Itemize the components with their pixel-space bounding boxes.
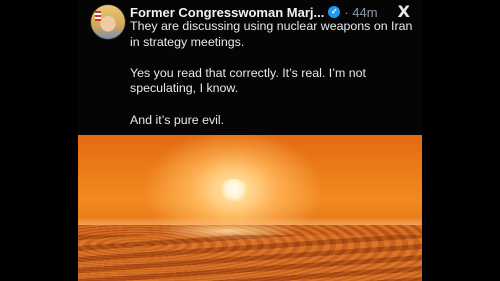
post-timestamp: · 44m — [344, 4, 378, 20]
post-text: They are discussing using nuclear weapon… — [130, 19, 416, 128]
post-header: Former Congresswoman Marj... ✓ · 44m — [130, 4, 378, 20]
verified-badge-icon: ✓ — [328, 6, 341, 18]
post-paragraph-2: Yes you read that correctly. It’s real. … — [130, 65, 366, 96]
cloud-bands — [78, 235, 422, 281]
flag-pin-icon — [95, 11, 101, 21]
avatar[interactable] — [90, 4, 126, 40]
author-name[interactable]: Former Congresswoman Marj... — [130, 5, 324, 20]
post-paragraph-1: They are discussing using nuclear weapon… — [130, 19, 413, 49]
fireball — [219, 179, 249, 201]
post-card[interactable]: Former Congresswoman Marj... ✓ · 44m X T… — [78, 0, 422, 281]
post-media-image[interactable] — [78, 135, 422, 281]
post-paragraph-3: And it’s pure evil. — [130, 112, 225, 127]
